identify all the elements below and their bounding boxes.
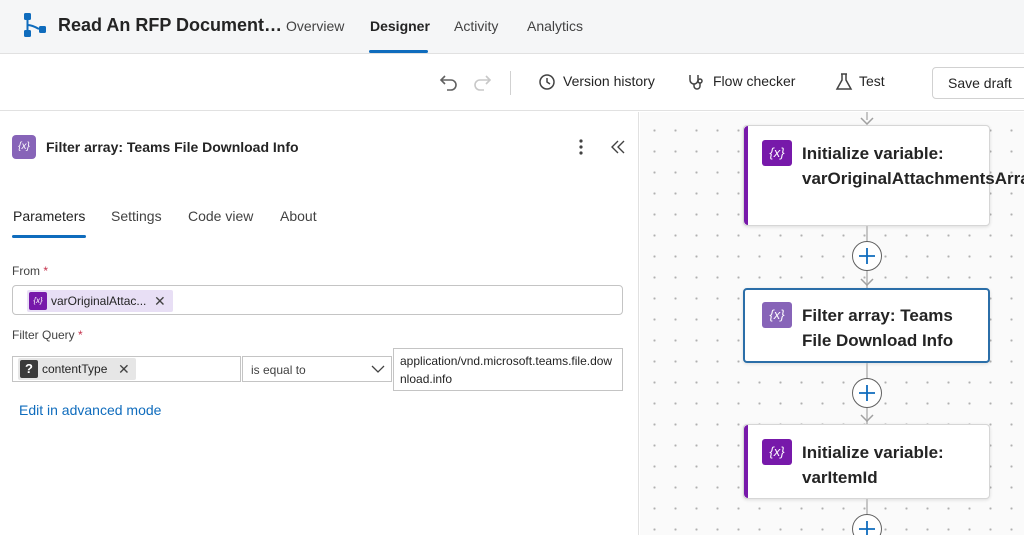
tab-overview[interactable]: Overview [286,18,344,34]
power-automate-logo-icon [24,13,46,37]
required-mark: * [43,264,49,278]
beaker-icon [835,73,853,90]
from-label-text: From [12,264,40,278]
save-draft-button[interactable]: Save draft [932,67,1024,99]
app-header: Read An RFP Document… Overview Designer … [0,0,1024,54]
add-step-button[interactable] [852,241,882,271]
remove-token-icon[interactable]: ✕ [118,361,130,378]
operator-value: is equal to [251,363,306,377]
plus-icon [859,521,875,535]
unknown-type-icon: ? [20,360,38,378]
tab-designer[interactable]: Designer [370,18,430,34]
filter-query-label: Filter Query * [12,328,83,342]
tab-settings[interactable]: Settings [111,208,162,224]
arrow-down-icon [860,414,874,422]
undo-icon[interactable] [438,71,460,93]
plus-icon [859,385,875,401]
tab-code-view[interactable]: Code view [188,208,253,224]
version-history-button[interactable]: Version history [563,73,655,89]
toolbar-divider [510,71,511,95]
card-title: Initialize variable: varItemId [802,443,944,487]
card-title: Filter array: Teams File Download Info [802,306,954,350]
chevron-down-icon [371,365,385,373]
add-step-button[interactable] [852,514,882,535]
stethoscope-icon [689,75,703,90]
active-tab-indicator [369,50,428,53]
card-title: Initialize variable: varOriginalAttachme… [802,144,1024,188]
variable-icon: {x} [762,140,792,166]
filter-query-label-text: Filter Query [12,328,75,342]
action-card-filter-array[interactable]: {x} Filter array: Teams File Download In… [743,288,990,363]
variable-token[interactable]: {x} varOriginalAttac... ✕ [27,290,173,312]
panel-title: Filter array: Teams File Download Info [46,139,299,155]
action-card-init-variable[interactable]: {x} Initialize variable: varItemId [743,424,990,499]
collapse-panel-icon[interactable] [609,137,627,157]
filter-left-operand-input[interactable]: ? contentType ✕ [12,356,241,382]
token-label: contentType [42,362,108,376]
flow-title: Read An RFP Document… [58,15,283,35]
filter-right-operand-input[interactable]: application/vnd.microsoft.teams.file.dow… [393,348,623,391]
filter-array-icon: {x} [762,302,792,328]
token-label: varOriginalAttac... [51,294,147,308]
tab-about[interactable]: About [280,208,317,224]
remove-token-icon[interactable]: ✕ [154,293,166,310]
arrow-down-icon [860,117,874,125]
plus-icon [859,248,875,264]
active-tab-indicator [12,235,86,238]
action-details-panel: {x} Filter array: Teams File Download In… [0,112,639,535]
test-button[interactable]: Test [859,73,885,89]
tab-parameters[interactable]: Parameters [13,208,85,224]
card-accent [744,425,748,498]
from-input[interactable]: {x} varOriginalAttac... ✕ [12,285,623,315]
required-mark: * [78,328,83,342]
tab-analytics[interactable]: Analytics [527,18,583,34]
variable-icon: {x} [762,439,792,465]
variable-icon: {x} [29,292,47,310]
filter-array-icon: {x} [12,135,36,159]
card-accent [744,126,748,225]
more-options-icon[interactable] [573,137,589,157]
arrow-down-icon [860,278,874,286]
history-icon [539,74,555,90]
action-card-init-variable[interactable]: {x} Initialize variable: varOriginalAtta… [743,125,1024,226]
expression-token[interactable]: ? contentType ✕ [18,358,136,380]
designer-toolbar: Version history Flow checker Test Save d… [0,55,1024,111]
redo-icon[interactable] [471,71,493,93]
add-step-button[interactable] [852,378,882,408]
operator-dropdown[interactable]: is equal to [242,356,392,382]
flow-canvas[interactable]: {x} Initialize variable: varOriginalAtta… [640,112,1024,535]
edit-advanced-mode-link[interactable]: Edit in advanced mode [19,402,161,418]
flow-checker-button[interactable]: Flow checker [713,73,795,89]
from-label: From * [12,264,48,278]
tab-activity[interactable]: Activity [454,18,498,34]
